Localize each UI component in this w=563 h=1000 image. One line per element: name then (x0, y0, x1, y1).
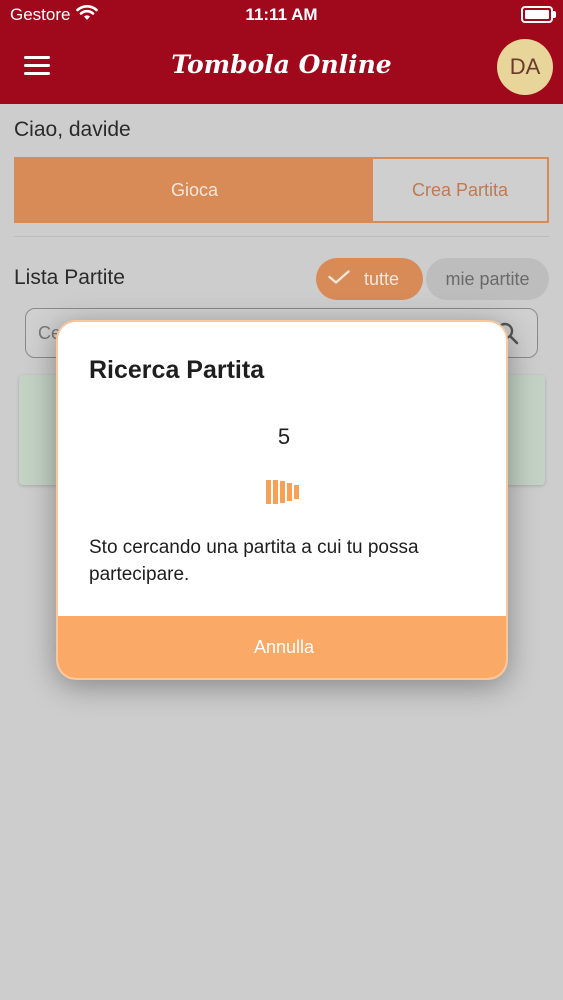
greeting: Ciao, davide (14, 118, 131, 141)
battery-icon (521, 6, 556, 23)
filter-all-chip[interactable]: tutte (316, 258, 423, 300)
app-header: Gestore 11:11 AM Tombola Online DA (0, 0, 563, 104)
tab-gioca[interactable]: Gioca (16, 159, 373, 221)
divider (14, 236, 549, 237)
filter-all-label: tutte (364, 269, 400, 289)
tab-crea-partita[interactable]: Crea Partita (373, 159, 547, 221)
filter-mine-chip[interactable]: mie partite (426, 258, 549, 300)
cancel-button[interactable]: Annulla (58, 616, 506, 678)
avatar[interactable]: DA (497, 39, 553, 95)
mode-segmented-control: Gioca Crea Partita (14, 157, 549, 223)
loading-bars-icon (266, 480, 299, 504)
check-icon (328, 270, 350, 284)
list-title: Lista Partite (14, 266, 125, 289)
dialog-message: Sto cercando una partita a cui tu possa … (89, 537, 419, 585)
status-bar: Gestore 11:11 AM (0, 0, 563, 30)
app-title: Tombola Online (171, 50, 392, 79)
dialog-title: Ricerca Partita (89, 356, 265, 384)
search-match-dialog: Ricerca Partita 5 Sto cercando una parti… (56, 320, 508, 680)
status-time: 11:11 AM (245, 5, 318, 24)
countdown-value: 5 (277, 424, 291, 449)
